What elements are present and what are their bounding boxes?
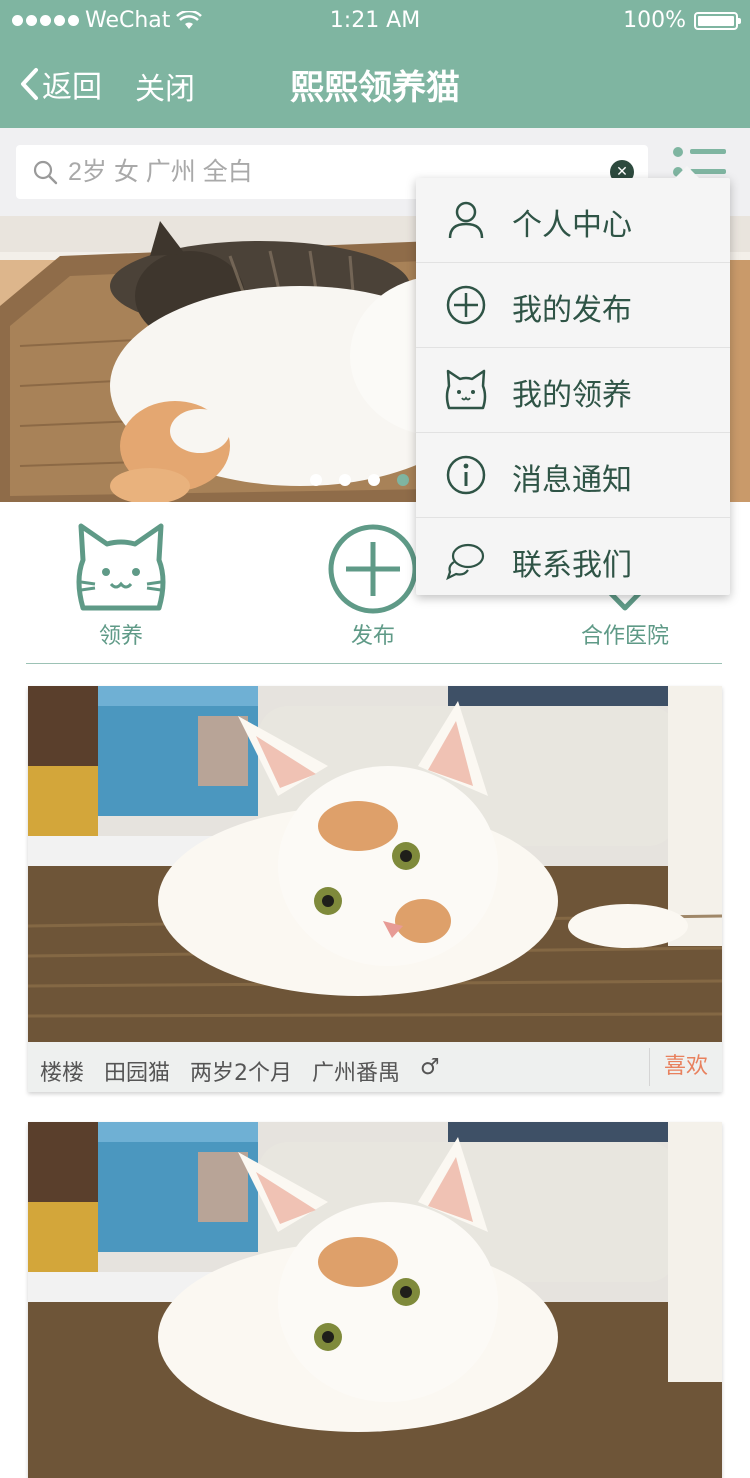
section-divider xyxy=(26,663,722,664)
cat-name: 楼楼 xyxy=(40,1061,85,1086)
banner-pager xyxy=(310,474,409,486)
pager-dot-active[interactable] xyxy=(397,474,409,486)
search-icon xyxy=(33,160,58,185)
battery-percent: 100% xyxy=(623,8,686,33)
dropdown-menu: 个人中心 我的发布 我的领养 消息通知 联系我们 xyxy=(416,166,730,595)
nav-bar: 返回 关闭 熙熙领养猫 xyxy=(0,40,750,128)
menu-item-contact[interactable]: 联系我们 xyxy=(416,518,730,602)
cat-card[interactable] xyxy=(28,1122,722,1478)
pager-dot[interactable] xyxy=(368,474,380,486)
cat-face-icon xyxy=(445,369,487,410)
cat-photo-image xyxy=(28,1122,722,1478)
battery-icon xyxy=(694,11,741,30)
menu-item-label: 个人中心 xyxy=(512,208,632,243)
plus-circle-icon xyxy=(328,524,418,614)
menu-item-profile[interactable]: 个人中心 xyxy=(416,178,730,263)
cat-photo xyxy=(28,686,722,1042)
publish-label: 发布 xyxy=(350,624,395,649)
menu-item-label: 联系我们 xyxy=(512,548,632,583)
person-icon xyxy=(448,201,484,239)
like-button[interactable]: 喜欢 xyxy=(649,1048,722,1086)
cat-meta: 楼楼 田园猫 两岁2个月 广州番禺 ♂ xyxy=(40,1055,440,1087)
plus-circle-icon xyxy=(446,285,486,325)
menu-item-my-posts[interactable]: 我的发布 xyxy=(416,263,730,348)
page-title: 熙熙领养猫 xyxy=(290,68,460,108)
menu-item-notifications[interactable]: 消息通知 xyxy=(416,433,730,518)
menu-item-label: 我的领养 xyxy=(512,378,632,413)
menu-item-label: 我的发布 xyxy=(512,293,632,328)
menu-item-label: 消息通知 xyxy=(512,463,632,498)
status-bar: WeChat 1:21 AM 100% xyxy=(0,0,750,40)
cat-breed: 田园猫 xyxy=(104,1061,171,1086)
cat-face-icon xyxy=(76,523,166,611)
info-icon xyxy=(446,455,486,495)
pager-dot[interactable] xyxy=(310,474,322,486)
menu-item-my-adoptions[interactable]: 我的领养 xyxy=(416,348,730,433)
gender-icon: ♂ xyxy=(420,1055,440,1080)
status-right: 100% xyxy=(623,8,741,33)
cat-photo-image xyxy=(28,686,722,1042)
adopt-label: 领养 xyxy=(98,624,143,649)
cat-info-bar: 楼楼 田园猫 两岁2个月 广州番禺 ♂ 喜欢 xyxy=(28,1042,722,1092)
pager-dot[interactable] xyxy=(339,474,351,486)
cat-location: 广州番禺 xyxy=(312,1061,401,1086)
cat-card[interactable]: 楼楼 田园猫 两岁2个月 广州番禺 ♂ 喜欢 xyxy=(28,686,722,1092)
cat-photo xyxy=(28,1122,722,1478)
chat-bubbles-icon xyxy=(446,543,485,581)
hospital-label: 合作医院 xyxy=(580,624,669,649)
cat-age: 两岁2个月 xyxy=(190,1061,293,1086)
